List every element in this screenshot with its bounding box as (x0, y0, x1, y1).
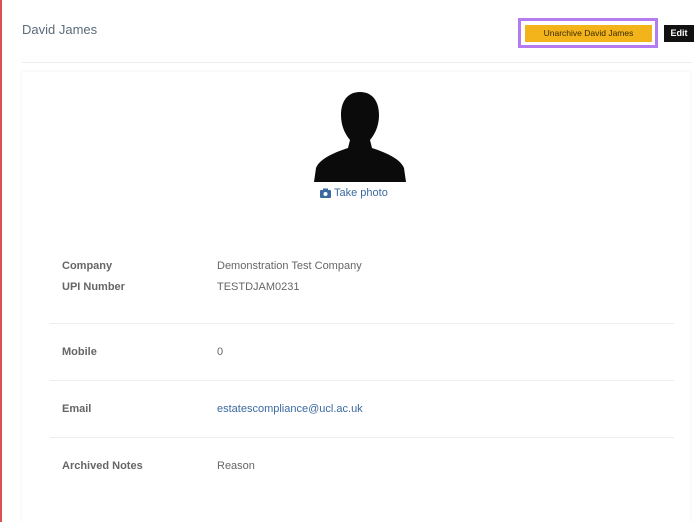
upi-number-value: TESTDJAM0231 (217, 281, 300, 293)
archived-notes-value: Reason (217, 460, 255, 472)
take-photo-label: Take photo (334, 187, 388, 199)
company-label: Company (62, 260, 113, 272)
page-frame: David James Unarchive David James Edit T… (0, 0, 700, 522)
unarchive-button[interactable]: Unarchive David James (525, 25, 652, 42)
take-photo-link[interactable]: Take photo (320, 187, 388, 199)
email-label: Email (62, 403, 92, 415)
section-divider (50, 323, 674, 324)
section-divider (50, 380, 674, 381)
header-divider (22, 62, 692, 63)
mobile-label: Mobile (62, 346, 97, 358)
section-divider (50, 437, 674, 438)
mobile-value: 0 (217, 346, 224, 358)
edit-button[interactable]: Edit (664, 25, 694, 42)
email-link[interactable]: estatescompliance@ucl.ac.uk (217, 403, 363, 415)
upi-number-label: UPI Number (62, 281, 125, 293)
user-silhouette-icon (314, 92, 406, 182)
archived-notes-label: Archived Notes (62, 460, 143, 472)
page-title: David James (22, 22, 98, 37)
company-value: Demonstration Test Company (217, 260, 362, 272)
camera-icon (320, 188, 331, 198)
